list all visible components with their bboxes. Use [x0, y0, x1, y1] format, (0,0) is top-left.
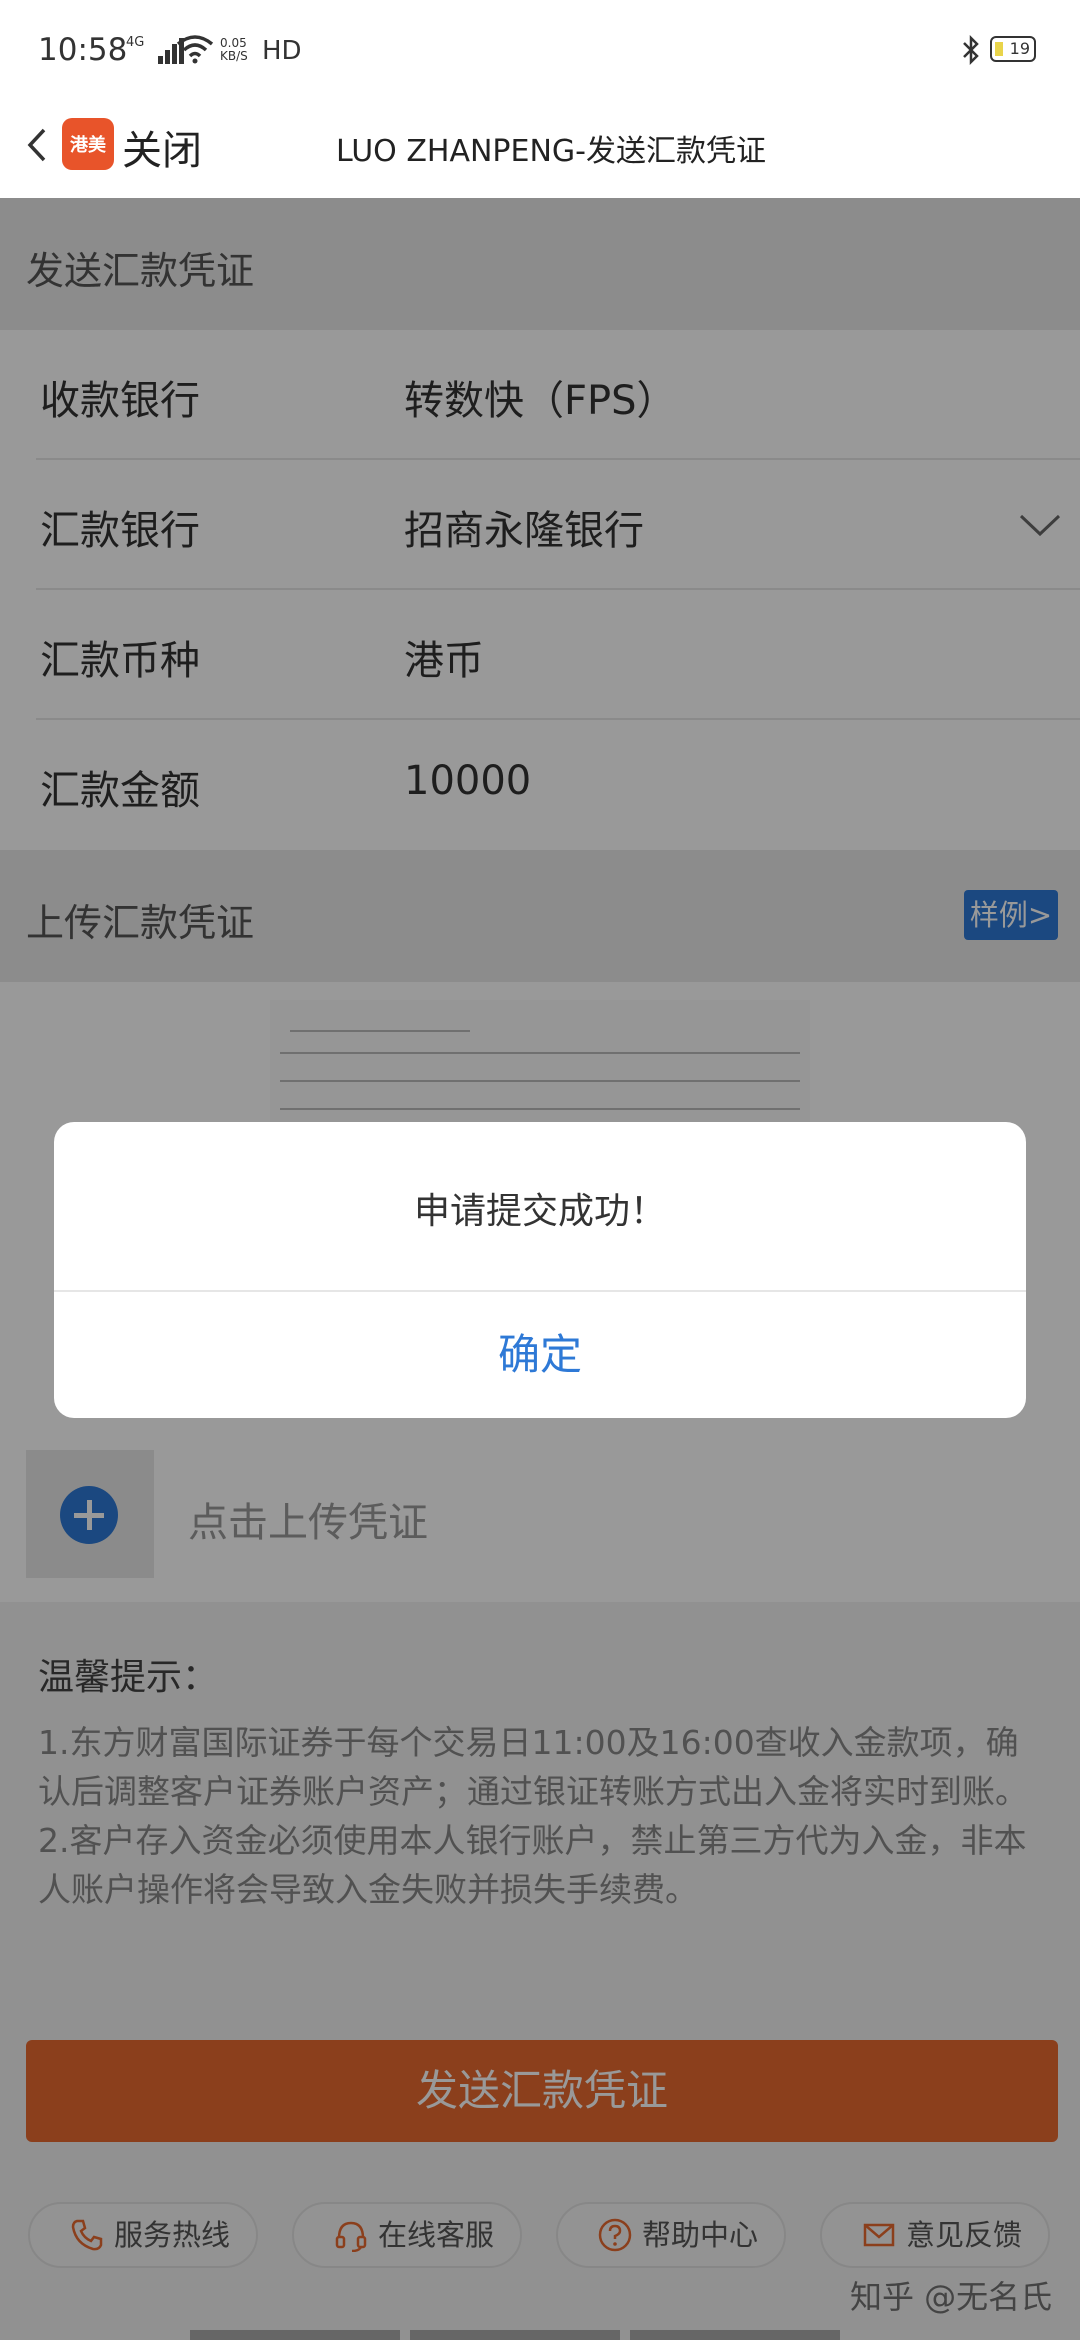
back-arrow-icon[interactable]: [22, 120, 52, 170]
page-title: LUO ZHANPENG-发送汇款凭证: [336, 134, 766, 169]
battery-icon: 19: [990, 36, 1036, 62]
network-type: 4G: [126, 35, 145, 50]
status-bar: 10:58 4G 0.05 KB/S HD 19: [0, 0, 1080, 100]
net-speed: 0.05 KB/S: [220, 36, 248, 63]
battery-level: 19: [1009, 39, 1030, 58]
hd-indicator: HD: [262, 36, 302, 66]
success-dialog: 申请提交成功！ 确定: [54, 1122, 1026, 1418]
close-button[interactable]: 关闭: [122, 118, 202, 176]
bluetooth-icon: [963, 34, 979, 66]
app-logo: 港美: [62, 118, 114, 170]
dialog-message: 申请提交成功！: [413, 1191, 666, 1232]
confirm-button[interactable]: 确定: [54, 1292, 1026, 1418]
watermark: 知乎 @无名氏: [850, 2278, 1053, 2316]
status-time: 10:58: [38, 32, 128, 68]
nav-bar: 港美 关闭 LUO ZHANPENG-发送汇款凭证: [0, 100, 1080, 198]
wifi-icon: [176, 35, 214, 64]
